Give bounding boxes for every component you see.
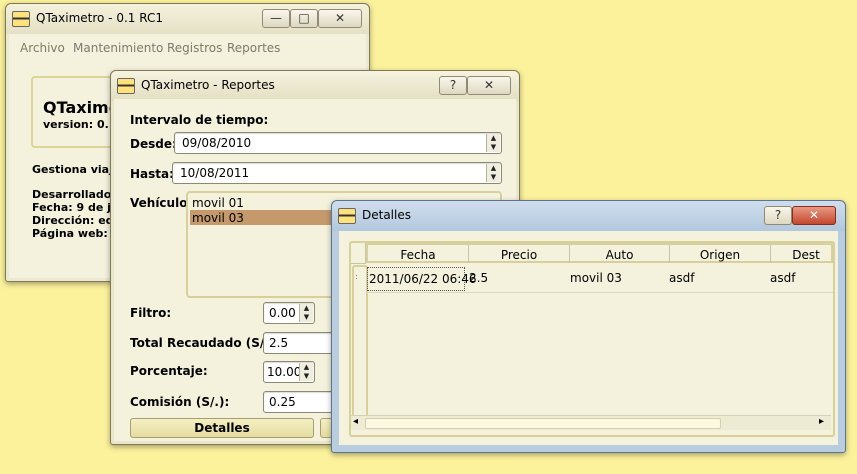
reportes-help-button[interactable]: ? — [439, 76, 467, 95]
spin-down-icon[interactable]: ▼ — [487, 143, 500, 152]
hasta-date-field[interactable]: 10/08/2011 ▲ ▼ — [172, 162, 502, 184]
vehiculo-item-label: movil 01 — [192, 196, 244, 210]
intervalo-heading: Intervalo de tiempo: — [130, 113, 269, 127]
reportes-app-icon — [117, 78, 135, 94]
detalles-title: Detalles — [362, 208, 411, 222]
vehiculo-label: Vehículo: — [130, 196, 193, 210]
help-icon: ? — [774, 208, 782, 222]
scrollbar-thumb[interactable] — [365, 418, 721, 429]
spin-down-icon[interactable]: ▼ — [300, 313, 313, 322]
detalles-table: Fecha Precio Auto Origen Dest : 2011/06/… — [349, 241, 835, 437]
cell-fecha-text: 2011/06/22 06:46 — [369, 272, 477, 286]
minimize-button[interactable]: — — [262, 9, 290, 28]
hasta-label: Hasta: — [130, 167, 174, 181]
gestiona-text: Gestiona viaje — [32, 163, 121, 176]
detalles-window: Detalles ? ✕ Fecha Precio Auto Origen De… — [331, 200, 846, 453]
filtro-value: 0.00 — [269, 306, 296, 320]
fecha-text: Fecha: 9 de jul — [32, 201, 123, 214]
filtro-spinbox[interactable]: 0.00 ▲ ▼ — [263, 302, 315, 324]
spin-up-icon[interactable]: ▲ — [300, 363, 313, 372]
menu-reportes[interactable]: Reportes — [227, 41, 280, 55]
detalles-help-button[interactable]: ? — [764, 206, 792, 225]
porcentaje-spinner[interactable]: ▲ ▼ — [299, 363, 313, 381]
row-header-marker: : — [355, 272, 358, 281]
porcentaje-label: Porcentaje: — [130, 364, 208, 378]
cell-fecha[interactable]: 2011/06/22 06:46 — [367, 267, 477, 291]
vehiculo-item-label: movil 03 — [192, 211, 244, 225]
close-icon: ✕ — [483, 78, 495, 92]
menu-mantenimiento[interactable]: Mantenimiento — [73, 41, 163, 55]
corner-header — [351, 243, 366, 264]
cell-origen[interactable]: asdf — [669, 271, 694, 285]
menu-registros[interactable]: Registros — [167, 41, 222, 55]
filtro-label: Filtro: — [130, 306, 172, 320]
close-button[interactable]: ✕ — [318, 9, 362, 28]
total-value: 2.5 — [269, 336, 289, 350]
filtro-spinner[interactable]: ▲ ▼ — [299, 304, 313, 322]
column-header-precio[interactable]: Precio — [469, 245, 570, 263]
minimize-icon: — — [270, 11, 282, 25]
close-icon: ✕ — [808, 208, 820, 222]
desde-label: Desde: — [130, 137, 177, 151]
horizontal-scrollbar[interactable]: ◂ ▸ — [351, 415, 831, 430]
main-titlebar[interactable]: QTaximetro - 0.1 RC1 — □ ✕ — [6, 4, 369, 34]
maximize-icon: □ — [298, 11, 310, 25]
menu-bar: Archivo Mantenimiento Registros Reportes — [9, 34, 366, 60]
desde-date-field[interactable]: 09/08/2010 ▲ ▼ — [174, 132, 502, 154]
comision-value: 0.25 — [269, 395, 296, 409]
column-header-origen[interactable]: Origen — [670, 245, 771, 263]
desde-value: 09/08/2010 — [182, 136, 252, 150]
hasta-value: 10/08/2011 — [180, 166, 250, 180]
detalles-app-icon — [338, 208, 356, 224]
menu-archivo[interactable]: Archivo — [20, 41, 65, 55]
detalles-titlebar[interactable]: Detalles ? ✕ — [332, 201, 845, 231]
spin-up-icon[interactable]: ▲ — [487, 164, 500, 173]
main-title: QTaximetro - 0.1 RC1 — [36, 11, 163, 25]
column-header-fecha[interactable]: Fecha — [368, 245, 469, 263]
detalles-button[interactable]: Detalles — [130, 418, 314, 438]
spin-up-icon[interactable]: ▲ — [487, 134, 500, 143]
reportes-titlebar[interactable]: QTaximetro - Reportes ? ✕ — [111, 71, 519, 101]
help-icon: ? — [449, 78, 457, 92]
cell-destino[interactable]: asdf — [770, 271, 795, 285]
desde-spinner[interactable]: ▲ ▼ — [486, 134, 500, 152]
close-icon: ✕ — [334, 11, 346, 25]
detalles-close-button[interactable]: ✕ — [792, 206, 836, 225]
desarrollador-text: Desarrollador: — [32, 188, 122, 201]
porcentaje-spinbox[interactable]: 10.00 ▲ ▼ — [263, 361, 315, 383]
spin-down-icon[interactable]: ▼ — [300, 372, 313, 381]
reportes-title: QTaximetro - Reportes — [141, 78, 275, 92]
cell-precio[interactable]: 2.5 — [469, 271, 488, 285]
spin-up-icon[interactable]: ▲ — [300, 304, 313, 313]
porcentaje-value: 10.00 — [267, 365, 302, 379]
spin-down-icon[interactable]: ▼ — [487, 173, 500, 182]
detalles-client: Fecha Precio Auto Origen Dest : 2011/06/… — [339, 231, 838, 445]
table-header: Fecha Precio Auto Origen Dest — [366, 243, 833, 263]
app-icon — [12, 11, 30, 27]
comision-label: Comisión (S/.): — [130, 395, 230, 409]
hasta-spinner[interactable]: ▲ ▼ — [486, 164, 500, 182]
scroll-left-icon[interactable]: ◂ — [353, 416, 358, 427]
app-name: QTaxime — [43, 98, 120, 117]
pagina-web-label: Página web: — [32, 227, 108, 240]
scroll-right-icon[interactable]: ▸ — [819, 416, 824, 427]
total-label: Total Recaudado (S/.): — [130, 336, 280, 350]
column-header-destino[interactable]: Dest — [771, 245, 841, 263]
reportes-close-button[interactable]: ✕ — [467, 76, 511, 95]
app-version: version: 0.1 — [43, 118, 117, 131]
cell-auto[interactable]: movil 03 — [570, 271, 622, 285]
maximize-button[interactable]: □ — [290, 9, 318, 28]
column-header-auto[interactable]: Auto — [570, 245, 670, 263]
table-row[interactable]: : 2011/06/22 06:46 2.5 movil 03 asdf asd… — [355, 266, 833, 293]
